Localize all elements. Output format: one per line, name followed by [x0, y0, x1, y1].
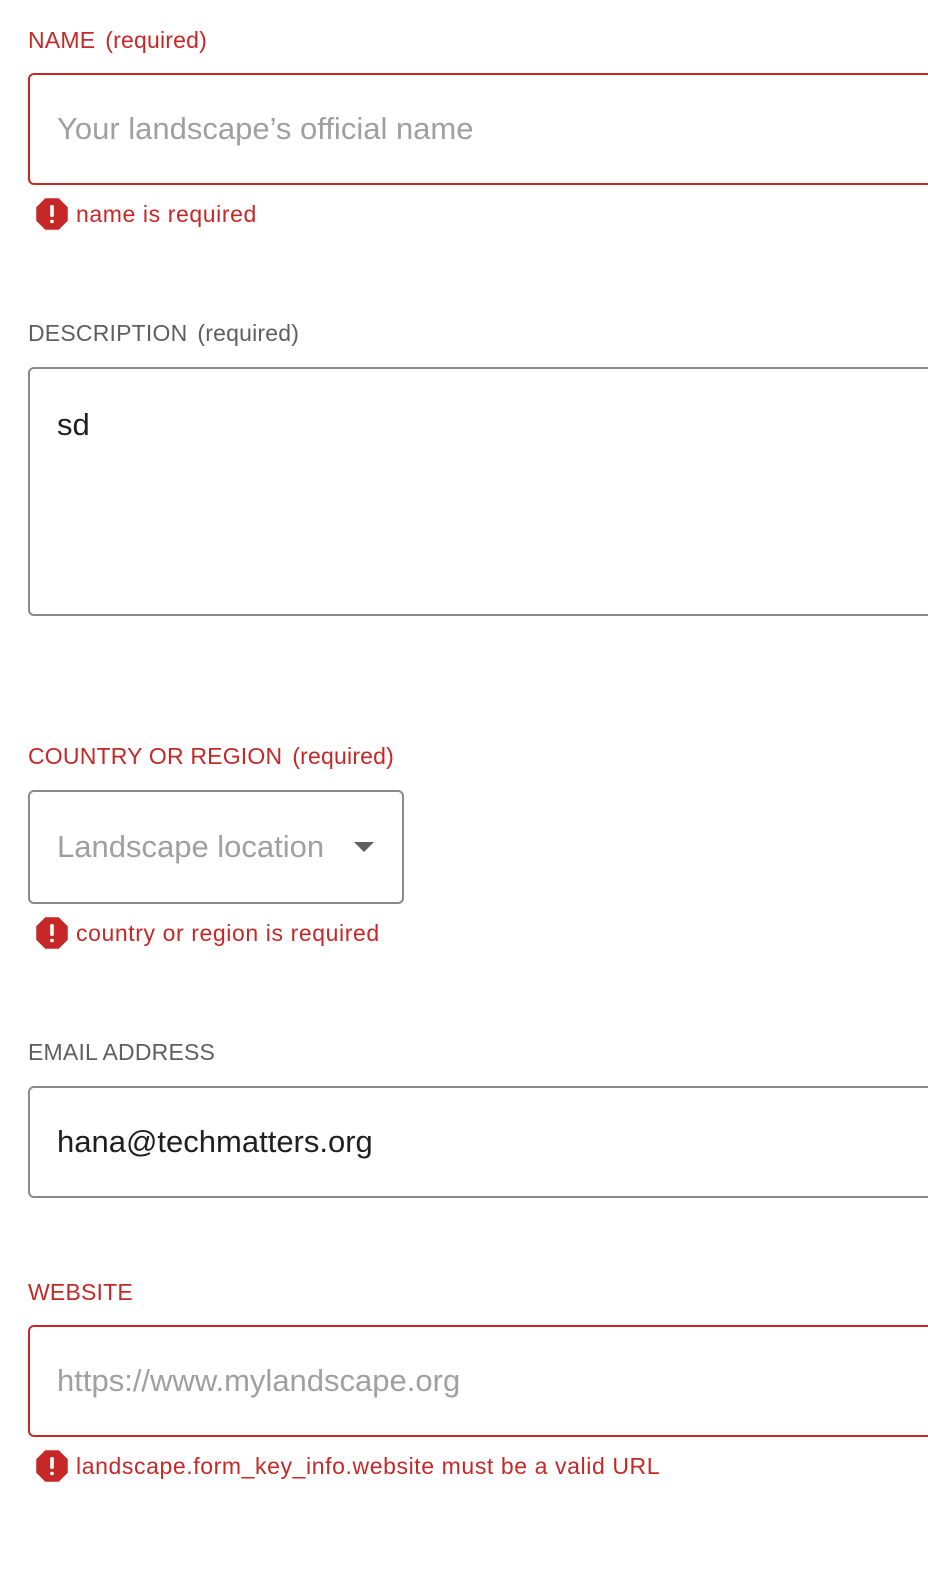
name-input[interactable]	[30, 75, 928, 183]
error-octagon-icon	[36, 917, 68, 949]
website-error-text: landscape.form_key_info.website must be …	[76, 1452, 661, 1479]
country-error: country or region is required	[34, 915, 380, 951]
website-error: landscape.form_key_info.website must be …	[34, 1448, 660, 1484]
country-label: COUNTRY OR REGION (required)	[28, 743, 395, 769]
error-octagon-icon	[36, 198, 68, 230]
country-required-marker: (required)	[292, 743, 395, 769]
name-field[interactable]	[28, 73, 928, 185]
name-label: NAME (required)	[28, 27, 207, 53]
name-required-marker: (required)	[105, 27, 207, 53]
country-select[interactable]: Landscape location	[28, 790, 404, 904]
website-input[interactable]	[30, 1327, 928, 1435]
name-error: name is required	[34, 196, 257, 232]
caret-down-icon	[354, 842, 374, 852]
description-field[interactable]: sd	[28, 367, 928, 616]
email-field[interactable]	[28, 1086, 928, 1198]
website-label: WEBSITE	[28, 1279, 133, 1305]
country-error-text: country or region is required	[76, 919, 380, 946]
email-input[interactable]	[30, 1088, 928, 1196]
email-label: EMAIL ADDRESS	[28, 1039, 216, 1065]
name-error-text: name is required	[76, 200, 257, 227]
error-octagon-icon	[36, 1450, 68, 1482]
description-required-marker: (required)	[197, 320, 300, 346]
description-textarea[interactable]: sd	[30, 369, 928, 614]
website-field[interactable]	[28, 1325, 928, 1437]
country-select-placeholder: Landscape location	[57, 829, 325, 864]
description-label: DESCRIPTION (required)	[28, 320, 300, 346]
